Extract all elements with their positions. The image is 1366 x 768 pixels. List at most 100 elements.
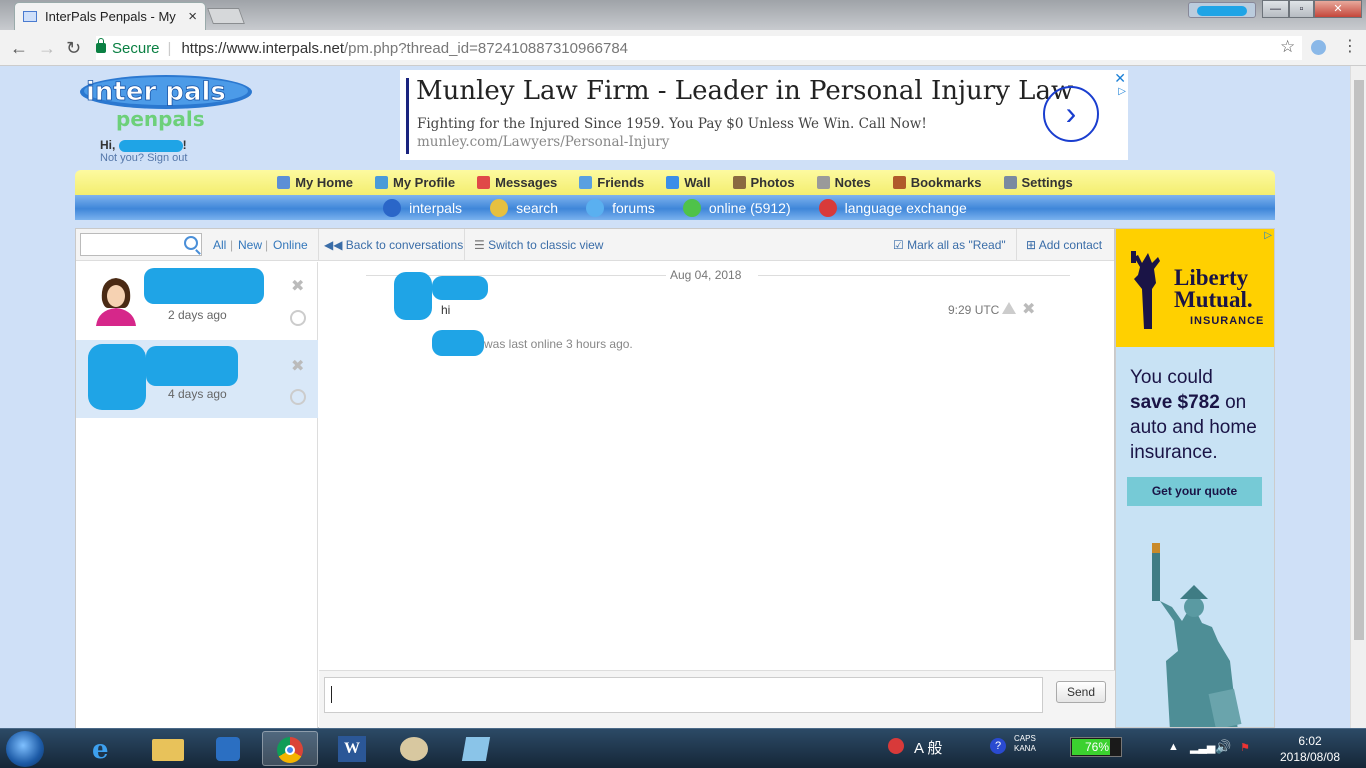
tray-app-icon[interactable] [888,738,904,754]
reload-icon[interactable]: ↻ [66,38,81,59]
insurance-label: INSURANCE [1190,315,1265,327]
get-quote-button[interactable]: Get your quote [1127,477,1262,506]
switch-classic-view-link[interactable]: ☰ Switch to classic view [474,238,603,252]
paint-taskbar-button[interactable] [386,731,442,766]
friends-icon [579,176,593,189]
block-icon[interactable] [290,310,306,326]
nav-interpals[interactable]: interpals [383,198,462,217]
app-taskbar-button[interactable] [448,731,504,766]
message-input[interactable] [324,677,1043,713]
delete-conversation-icon[interactable]: ✖ [291,356,304,376]
checkbox-icon: ☑ [893,238,908,252]
nav-online[interactable]: online (5912) [682,198,791,217]
conversation-item-selected[interactable]: 4 days ago ✖ [76,340,318,418]
close-window-button[interactable]: ✕ [1314,0,1362,18]
last-online-status: was last online 3 hours ago. [484,337,633,351]
female-avatar-icon [96,278,136,326]
interpals-logo[interactable]: inter pals penpals [78,74,254,132]
network-signal-icon[interactable]: ▂▃▅ [1190,741,1215,754]
extension-icon[interactable] [1311,40,1326,55]
minimize-button[interactable]: — [1262,0,1289,18]
ad-copy: You could save $782 on auto and home insura… [1130,367,1257,463]
adchoices-icon[interactable]: ▷ [1264,230,1272,241]
send-button[interactable]: Send [1056,681,1106,703]
filter-all[interactable]: All [213,238,226,252]
conversation-search-input[interactable] [80,233,202,256]
side-ad-banner[interactable]: Liberty Mutual. INSURANCE You could save $… [1115,228,1275,728]
address-bar[interactable]: Secure | https://www.interpals.net/pm.ph… [96,36,1302,60]
media-player-taskbar-button[interactable] [200,731,256,766]
menu-photos[interactable]: Photos [732,175,795,190]
statue-logo-icon [1131,251,1160,329]
redacted-sender-avatar[interactable] [394,272,432,320]
bookmark-star-icon[interactable]: ☆ [1280,37,1295,57]
action-center-flag-icon[interactable]: ⚑ [1240,741,1250,754]
adchoices-icon[interactable]: ▷ [1118,86,1126,97]
chrome-taskbar-button[interactable] [262,731,318,766]
filter-online[interactable]: Online [273,238,308,252]
forward-arrow-icon[interactable]: → [38,38,56,59]
ime-indicator[interactable]: A 般 [914,737,942,758]
mark-all-read-link[interactable]: ☑ Mark all as "Read" [893,238,1006,252]
redacted-contact-name [146,346,238,386]
ad-close-icon[interactable]: ✕ [1114,70,1126,87]
top-ad-banner[interactable]: Munley Law Firm - Leader in Personal Inj… [400,70,1128,160]
secondary-menu: interpals search forums online (5912) langua… [75,195,1275,220]
filter-new[interactable]: New [238,238,262,252]
nav-language[interactable]: language exchange [818,198,967,217]
statue-of-liberty-image [1152,543,1242,727]
search-icon[interactable] [184,236,198,250]
start-button[interactable] [6,731,44,767]
menu-messages[interactable]: Messages [477,175,557,190]
help-icon[interactable]: ? [990,738,1006,754]
ad-url[interactable]: munley.com/Lawyers/Personal-Injury [417,134,669,150]
redacted-contact-name [432,330,484,356]
menu-kebab-icon[interactable]: ⋮ [1342,36,1358,56]
home-icon [277,176,291,189]
menu-my-profile[interactable]: My Profile [375,175,455,190]
new-tab-button[interactable] [207,8,245,24]
report-warning-icon[interactable] [1002,302,1016,314]
text-caret [331,686,332,703]
show-hidden-icons-icon[interactable]: ▲ [1168,741,1179,753]
block-icon[interactable] [290,389,306,405]
forums-icon [586,198,605,217]
redacted-sender-name[interactable] [432,276,488,300]
back-to-conversations-link[interactable]: ◀◀ Back to conversations [324,238,463,252]
menu-my-home[interactable]: My Home [277,175,353,190]
url-host: https://www.interpals.net [181,39,345,57]
secure-label: Secure [112,39,160,57]
globe-icon [383,198,402,217]
system-clock[interactable]: 6:02 2018/08/08 [1270,733,1350,765]
menu-wall[interactable]: Wall [666,175,711,190]
ad-headline[interactable]: Munley Law Firm - Leader in Personal Inj… [416,76,1073,106]
back-arrow-icon[interactable]: ← [10,38,28,59]
conversation-item[interactable]: 2 days ago ✖ [76,262,318,340]
word-taskbar-button[interactable]: W [324,731,380,766]
browser-tab[interactable]: InterPals Penpals - My × [14,2,206,30]
menu-bookmarks[interactable]: Bookmarks [892,175,982,190]
flags-icon [818,198,837,217]
page-scrollbar[interactable] [1350,66,1366,728]
profile-icon [375,176,388,189]
tab-close-icon[interactable]: × [188,8,197,25]
notes-icon [816,176,830,189]
volume-icon[interactable]: 🔊 [1215,739,1231,755]
caps-kana-indicator: CAPS KANA [1014,734,1036,753]
battery-indicator[interactable]: 76% [1070,737,1122,757]
add-contact-link[interactable]: ⊞ Add contact [1026,238,1102,252]
ad-go-icon[interactable]: › [1043,86,1099,142]
explorer-taskbar-button[interactable] [140,731,196,766]
maximize-button[interactable]: ▫ [1289,0,1314,18]
nav-forums[interactable]: forums [586,198,655,217]
delete-conversation-icon[interactable]: ✖ [291,276,304,296]
delete-message-icon[interactable]: ✖ [1022,299,1035,319]
lock-icon [96,38,106,53]
profile-button[interactable] [1188,2,1256,18]
menu-friends[interactable]: Friends [579,175,644,190]
ie-taskbar-button[interactable]: e [78,731,134,766]
sign-out-link[interactable]: Not you? Sign out [100,152,187,164]
nav-search[interactable]: search [490,198,558,217]
menu-settings[interactable]: Settings [1003,175,1073,190]
menu-notes[interactable]: Notes [816,175,871,190]
